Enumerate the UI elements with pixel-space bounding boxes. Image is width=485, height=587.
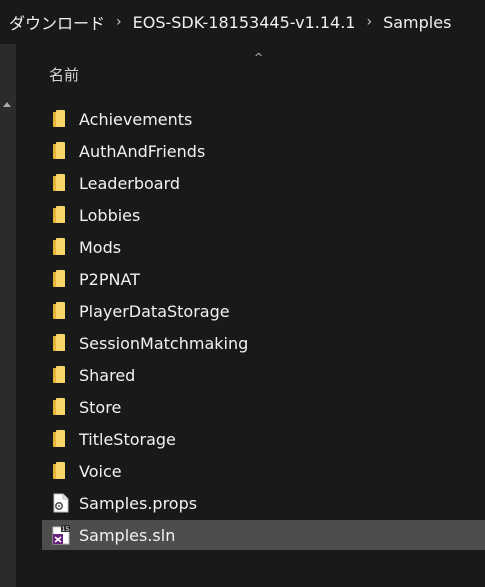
file-name: Mods — [79, 237, 122, 257]
list-item[interactable]: PlayerDataStorage — [42, 296, 485, 326]
list-item[interactable]: Achievements — [42, 104, 485, 134]
file-name: Leaderboard — [79, 173, 181, 193]
folder-icon — [52, 173, 70, 193]
list-item-selected[interactable]: 15 Samples.sln — [42, 520, 485, 550]
file-name: Shared — [79, 365, 136, 385]
chevron-right-icon[interactable]: › — [366, 14, 372, 30]
version-badge: 15 — [62, 526, 70, 533]
folder-icon — [52, 205, 70, 225]
chevron-right-icon[interactable]: › — [116, 14, 122, 30]
folder-icon — [52, 333, 70, 353]
list-item[interactable]: Samples.props — [42, 488, 485, 518]
list-item[interactable]: SessionMatchmaking — [42, 328, 485, 358]
folder-icon — [52, 269, 70, 289]
file-name: AuthAndFriends — [79, 141, 206, 161]
folder-icon — [52, 429, 70, 449]
list-item[interactable]: AuthAndFriends — [42, 136, 485, 166]
list-item[interactable]: Shared — [42, 360, 485, 390]
file-name: TitleStorage — [79, 429, 176, 449]
folder-icon — [52, 365, 70, 385]
scroll-up-icon[interactable] — [3, 102, 11, 107]
breadcrumb-item-downloads[interactable]: ダウンロード — [7, 8, 107, 36]
list-item[interactable]: Lobbies — [42, 200, 485, 230]
file-name: P2PNAT — [79, 269, 140, 289]
folder-icon — [52, 397, 70, 417]
column-header-name[interactable]: 名前 — [49, 64, 79, 85]
list-item[interactable]: Mods — [42, 232, 485, 262]
file-name: Samples.sln — [79, 525, 176, 545]
breadcrumb: ダウンロード › EOS-SDK-18153445-v1.14.1 › Samp… — [0, 0, 485, 44]
folder-icon — [52, 141, 70, 161]
list-item[interactable]: P2PNAT — [42, 264, 485, 294]
file-list[interactable]: ^ 名前 Achievements AuthAndFriends Leaderb… — [16, 44, 485, 587]
file-name: SessionMatchmaking — [79, 333, 249, 353]
file-name: PlayerDataStorage — [79, 301, 230, 321]
folder-icon — [52, 109, 70, 129]
folder-icon — [52, 237, 70, 257]
file-name: Store — [79, 397, 122, 417]
navigation-pane-scrollbar[interactable] — [0, 44, 16, 587]
file-name: Voice — [79, 461, 122, 481]
visual-studio-solution-icon: 15 — [52, 525, 70, 545]
list-item[interactable]: TitleStorage — [42, 424, 485, 454]
file-name: Lobbies — [79, 205, 141, 225]
folder-icon — [52, 301, 70, 321]
file-name: Samples.props — [79, 493, 198, 513]
breadcrumb-item-samples[interactable]: Samples — [381, 11, 453, 34]
list-item[interactable]: Store — [42, 392, 485, 422]
file-name: Achievements — [79, 109, 193, 129]
props-file-icon — [52, 493, 70, 513]
list-item[interactable]: Voice — [42, 456, 485, 486]
breadcrumb-item-eos-sdk[interactable]: EOS-SDK-18153445-v1.14.1 — [131, 11, 358, 34]
list-item[interactable]: Leaderboard — [42, 168, 485, 198]
folder-icon — [52, 461, 70, 481]
sort-ascending-icon: ^ — [254, 51, 264, 64]
